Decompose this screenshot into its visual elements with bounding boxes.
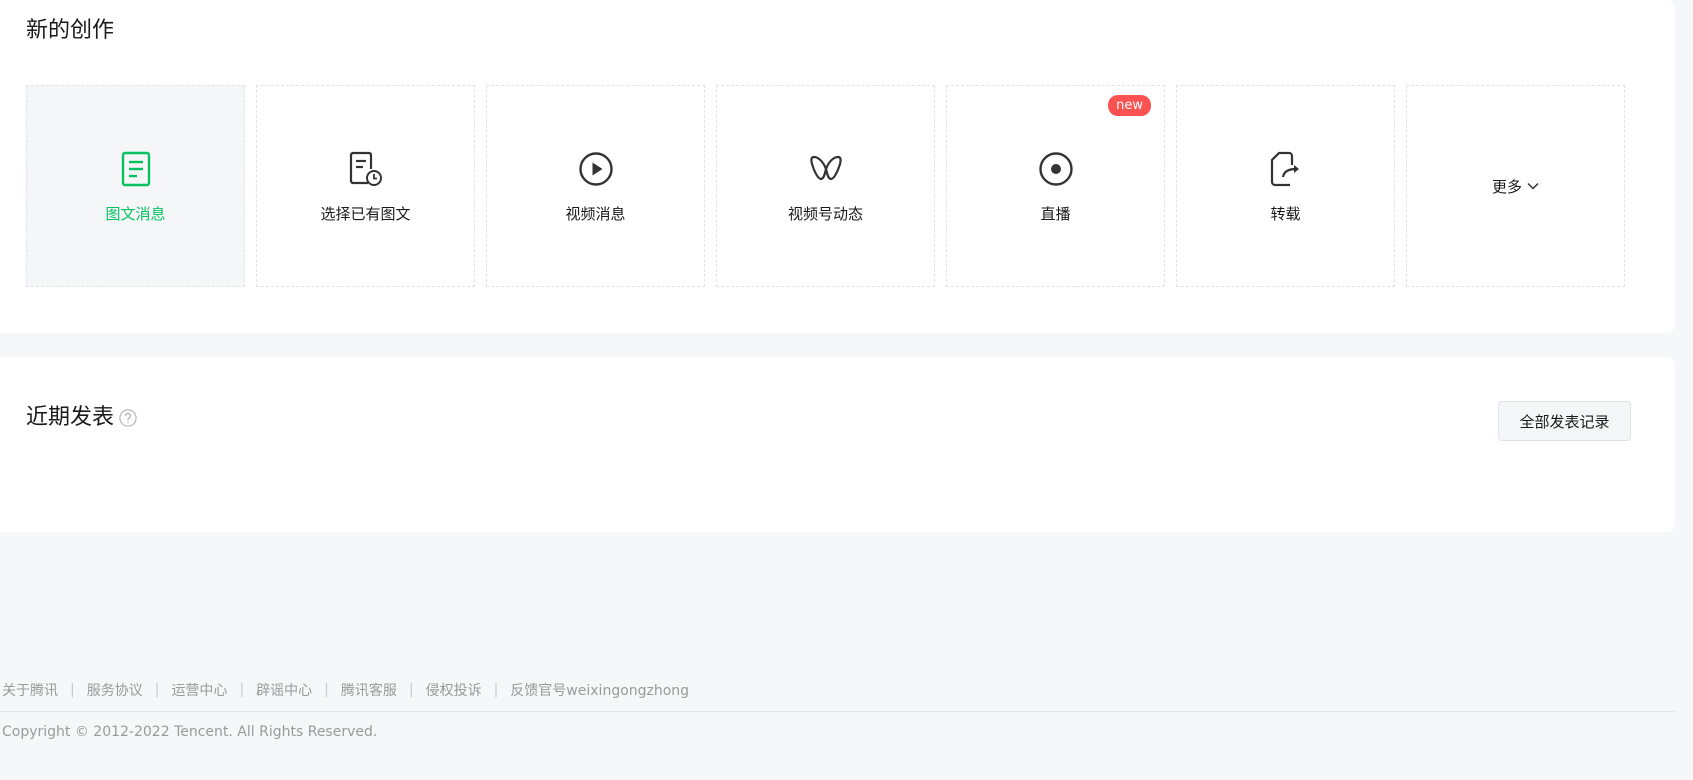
more-dropdown[interactable]: 更多: [1492, 176, 1539, 197]
recent-posts-panel: 近期发表 全部发表记录: [0, 357, 1675, 532]
card-label: 直播: [1040, 204, 1071, 223]
card-label: 转载: [1270, 204, 1301, 223]
footer-link-support[interactable]: 腾讯客服: [341, 680, 397, 700]
new-creation-title: 新的创作: [26, 18, 115, 43]
article-icon: [116, 149, 156, 189]
creation-cards: 图文消息 选择已有图文 视频消息 视频号动态 new 直播 转载 更多: [26, 85, 1625, 287]
card-video[interactable]: 视频消息: [486, 85, 705, 287]
card-label: 选择已有图文: [320, 204, 411, 223]
card-label: 视频号动态: [787, 204, 863, 223]
footer-link-agreement[interactable]: 服务协议: [87, 680, 143, 700]
footer-separator: |: [154, 682, 160, 698]
footer-separator: |: [70, 682, 75, 698]
recent-posts-title-text: 近期发表: [26, 405, 115, 430]
footer-link-complaint[interactable]: 侵权投诉: [426, 680, 482, 700]
card-label: 视频消息: [565, 204, 626, 223]
card-label: 图文消息: [105, 204, 166, 223]
footer-links: 关于腾讯 | 服务协议 | 运营中心 | 辟谣中心 | 腾讯客服 | 侵权投诉 …: [2, 680, 689, 700]
footer-divider: [0, 711, 1675, 712]
existing-article-icon: [346, 149, 386, 189]
channels-icon: [806, 149, 846, 189]
footer-separator: |: [324, 682, 329, 698]
video-play-icon: [576, 149, 616, 189]
footer-separator: |: [239, 682, 245, 698]
footer-link-about[interactable]: 关于腾讯: [2, 680, 58, 700]
new-creation-panel: 新的创作 图文消息 选择已有图文 视频消息 视频号动态 new 直播 转载 更多: [0, 0, 1675, 333]
repost-icon: [1266, 149, 1306, 189]
footer-link-operations[interactable]: 运营中心: [171, 680, 227, 700]
card-repost[interactable]: 转载: [1176, 85, 1395, 287]
live-icon: [1036, 149, 1076, 189]
recent-posts-title: 近期发表: [26, 399, 137, 431]
footer-link-rumor[interactable]: 辟谣中心: [256, 680, 312, 700]
footer-separator: |: [493, 682, 499, 698]
card-article[interactable]: 图文消息: [26, 85, 245, 287]
card-existing-article[interactable]: 选择已有图文: [256, 85, 475, 287]
new-badge: new: [1108, 95, 1151, 116]
card-more[interactable]: 更多: [1406, 85, 1625, 287]
copyright-text: Copyright © 2012-2022 Tencent. All Right…: [2, 724, 378, 740]
card-channels[interactable]: 视频号动态: [716, 85, 935, 287]
chevron-down-icon: [1527, 182, 1539, 190]
card-live[interactable]: new 直播: [946, 85, 1165, 287]
help-icon[interactable]: [119, 408, 137, 427]
footer-link-feedback[interactable]: 反馈官号weixingongzhong: [510, 680, 689, 700]
footer-separator: |: [408, 682, 414, 698]
all-records-button[interactable]: 全部发表记录: [1498, 401, 1631, 441]
more-label: 更多: [1491, 177, 1522, 196]
